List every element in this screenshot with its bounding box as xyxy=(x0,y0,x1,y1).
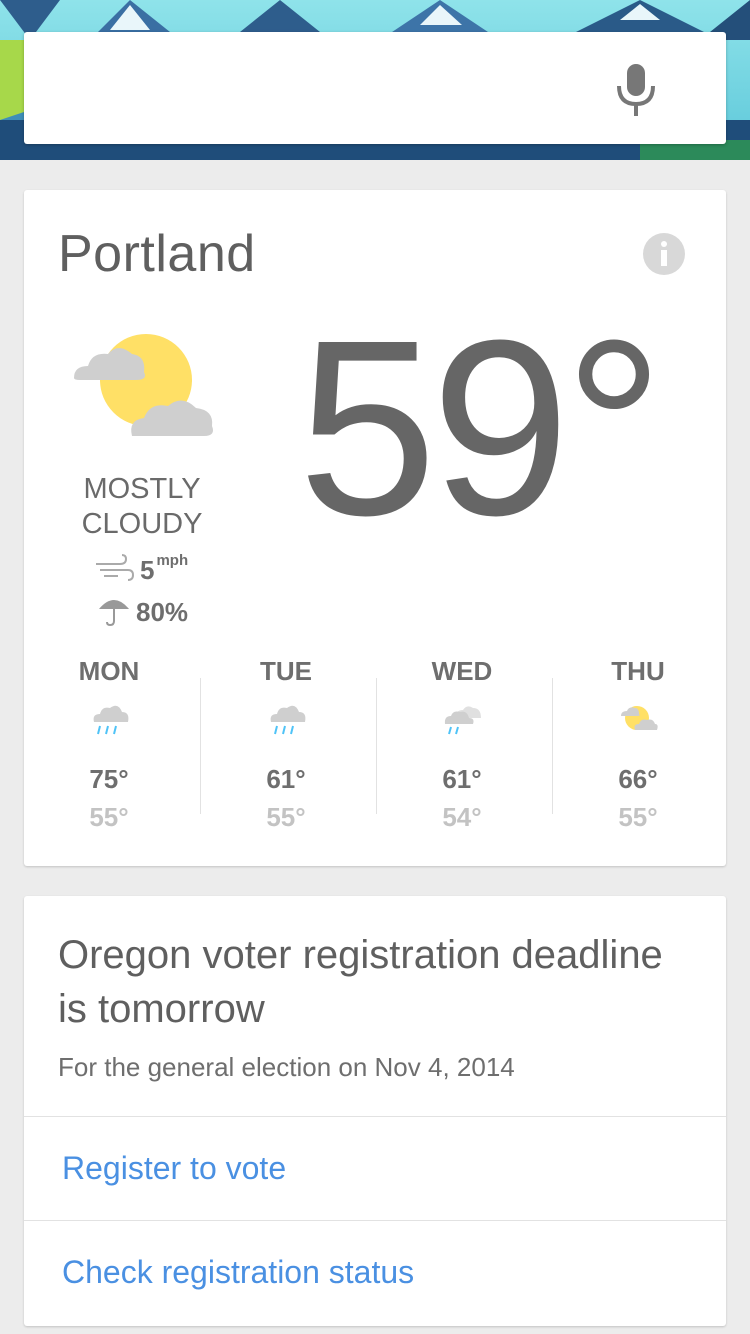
divider xyxy=(24,1220,726,1221)
precipitation-chance: 80% xyxy=(98,592,188,632)
light-rain-icon xyxy=(443,702,483,736)
wind-value: 5 xyxy=(140,554,155,585)
condition-line-1: MOSTLY xyxy=(83,473,201,505)
voter-registration-card: Oregon voter registration deadline is to… xyxy=(24,896,726,1326)
forecast-high: 66° xyxy=(618,764,658,794)
forecast-day-name: THU xyxy=(611,656,665,686)
check-registration-status-link[interactable]: Check registration status xyxy=(62,1254,414,1291)
forecast-high: 75° xyxy=(89,764,129,794)
forecast-day[interactable]: THU 66° 55° xyxy=(553,656,729,836)
weather-condition: MOSTLY CLOUDY xyxy=(54,472,230,542)
voter-card-subtitle: For the general election on Nov 4, 2014 xyxy=(58,1052,515,1082)
weather-card[interactable]: Portland MOSTLY CLOUDY 5 mph 80% 59° MON… xyxy=(24,190,726,866)
condition-line-2: CLOUDY xyxy=(81,508,203,540)
city-name: Portland xyxy=(58,225,256,283)
forecast-day-name: TUE xyxy=(260,656,312,686)
mostly-cloudy-icon xyxy=(70,332,218,438)
wind-unit: mph xyxy=(156,551,189,569)
current-temperature: 59° xyxy=(298,288,664,567)
forecast-low: 54° xyxy=(442,802,482,832)
forecast-day[interactable]: TUE 61° 55° xyxy=(201,656,377,836)
forecast-day-name: MON xyxy=(78,656,140,686)
forecast-high: 61° xyxy=(266,764,306,794)
info-icon[interactable] xyxy=(642,232,686,276)
forecast-day[interactable]: MON 75° 55° xyxy=(24,656,200,836)
voter-card-title: Oregon voter registration deadline is to… xyxy=(58,933,663,1031)
wind-speed: 5 mph xyxy=(94,551,189,587)
forecast-row: MON 75° 55° TUE 61° 55° WED 61° 54° THU … xyxy=(24,656,726,836)
forecast-low: 55° xyxy=(618,802,658,832)
rain-icon xyxy=(267,702,307,736)
search-bar[interactable] xyxy=(24,32,726,144)
divider xyxy=(24,1116,726,1117)
rain-icon xyxy=(90,702,130,736)
umbrella-icon xyxy=(98,593,130,632)
register-to-vote-link[interactable]: Register to vote xyxy=(62,1150,286,1187)
partly-cloudy-icon xyxy=(619,702,659,736)
precip-value: 80% xyxy=(136,596,189,627)
forecast-day-name: WED xyxy=(431,656,493,686)
microphone-icon[interactable] xyxy=(614,62,658,118)
wind-icon xyxy=(94,553,135,587)
forecast-low: 55° xyxy=(89,802,129,832)
forecast-day[interactable]: WED 61° 54° xyxy=(377,656,553,836)
forecast-low: 55° xyxy=(266,802,306,832)
forecast-high: 61° xyxy=(442,764,482,794)
